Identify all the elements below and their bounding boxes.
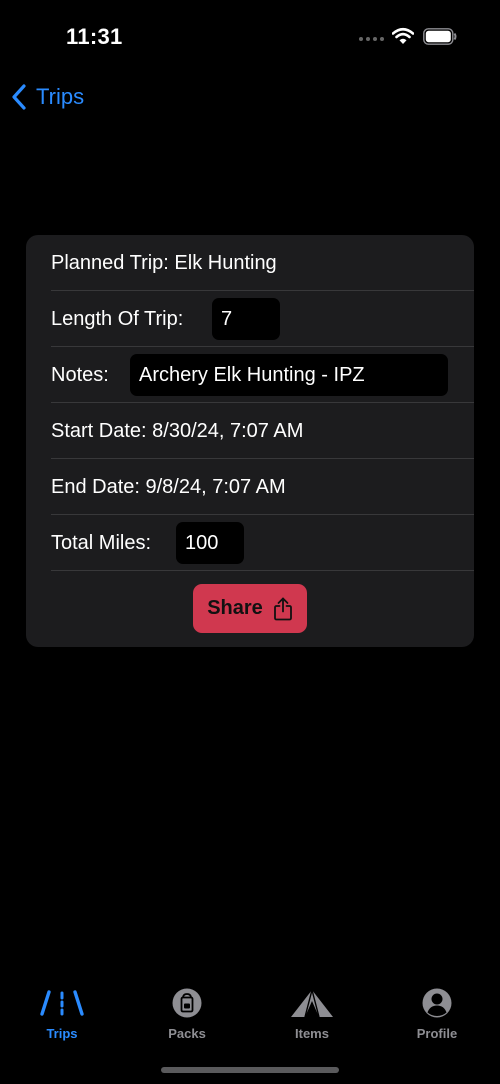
back-button[interactable]: Trips: [10, 82, 84, 112]
wifi-icon: [392, 27, 414, 44]
cellular-signal-icon: [359, 35, 385, 43]
tab-packs-label: Packs: [168, 1026, 206, 1041]
end-date-row: End Date: 9/8/24, 7:07 AM: [26, 459, 474, 515]
backpack-icon: [164, 986, 210, 1020]
chevron-left-icon: [12, 84, 26, 110]
tab-profile-label: Profile: [416, 1026, 458, 1041]
tab-trips-label: Trips: [46, 1026, 78, 1041]
tab-profile[interactable]: Profile: [382, 986, 492, 1046]
planned-trip-row: Planned Trip: Elk Hunting: [26, 235, 474, 291]
tab-packs[interactable]: Packs: [132, 986, 242, 1046]
road-icon: [39, 986, 85, 1020]
battery-icon: [423, 28, 457, 45]
share-button-label: Share: [207, 597, 263, 619]
share-button[interactable]: Share: [193, 584, 307, 633]
end-date-label: End Date: 9/8/24, 7:07 AM: [51, 475, 286, 498]
back-button-label: Trips: [36, 84, 85, 109]
total-miles-label: Total Miles:: [51, 531, 152, 554]
notes-field[interactable]: Archery Elk Hunting - IPZ: [130, 354, 448, 396]
status-time: 11:31: [66, 24, 123, 49]
tab-items[interactable]: Items: [257, 986, 367, 1046]
share-icon: [273, 597, 292, 620]
home-indicator[interactable]: [161, 1067, 339, 1073]
tent-icon: [289, 986, 335, 1020]
notes-row: Notes: Archery Elk Hunting - IPZ: [26, 347, 474, 403]
total-miles-row: Total Miles: 100: [26, 515, 474, 571]
planned-trip-label: Planned Trip: Elk Hunting: [51, 251, 277, 274]
trip-details-card: Planned Trip: Elk Hunting Length Of Trip…: [26, 235, 474, 647]
tab-trips[interactable]: Trips: [7, 986, 117, 1046]
length-label: Length Of Trip:: [51, 307, 184, 330]
start-date-row: Start Date: 8/30/24, 7:07 AM: [26, 403, 474, 459]
status-bar: 11:31: [0, 0, 500, 72]
start-date-label: Start Date: 8/30/24, 7:07 AM: [51, 419, 304, 442]
total-miles-field[interactable]: 100: [176, 522, 244, 564]
tab-items-label: Items: [295, 1026, 329, 1041]
length-row: Length Of Trip: 7: [26, 291, 474, 347]
length-of-trip-field[interactable]: 7: [212, 298, 280, 340]
person-circle-icon: [414, 986, 460, 1020]
notes-label: Notes:: [51, 363, 109, 386]
